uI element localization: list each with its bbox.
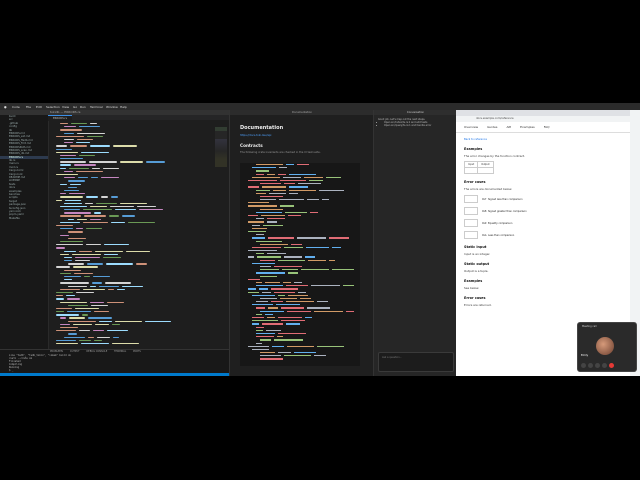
contracts-text: The following crate invariants are check… (240, 151, 321, 154)
code-line (48, 342, 229, 345)
menu-selection[interactable]: Selection (46, 105, 60, 109)
section-text: Errors are returned. (464, 303, 492, 307)
menu-edit[interactable]: Edit (36, 105, 42, 109)
docs-title: Documentation (240, 125, 284, 131)
menu-bar: ● Code File Edit Selection View Go Run T… (0, 103, 640, 110)
assistant-input[interactable]: Ask a question... (378, 352, 454, 372)
video-call-window[interactable]: Meeting call Emily (577, 322, 637, 372)
section-text: The error changes by the function contra… (464, 154, 526, 158)
docs-link[interactable]: https://docs.toki.dev/api (240, 134, 374, 137)
terminal-panel[interactable]: PROBLEMS OUTPUT DEBUG CONSOLE TERMINAL P… (0, 349, 229, 376)
camera-icon[interactable] (588, 363, 593, 368)
file-explorer: build src .github config lib ERRORS.md ERRORS_… (0, 115, 49, 349)
section-text: Input is an integer. (464, 252, 491, 256)
menu-file[interactable]: File (26, 105, 31, 109)
nav-overview[interactable]: Overview (464, 125, 478, 129)
nav-guides[interactable]: Guides (487, 125, 497, 129)
nav-api[interactable]: API (506, 125, 511, 129)
tab-output[interactable]: OUTPUT (70, 350, 80, 353)
assistant-bullet: Open src/query/ts.rs:1 and handle error (384, 124, 453, 127)
section-text: See below. (464, 286, 480, 290)
assistant-panel: Conversation Good job. Let's map out the… (373, 110, 457, 376)
code-editor-window: tokidb — ERRORS.rs build src .github config… (0, 110, 229, 376)
terminal-line: $ _ (9, 369, 14, 372)
section-text: Output is a tuple. (464, 269, 489, 273)
participant-name: Emily (581, 354, 589, 357)
site-nav: Overview Guides API Examples FAQ (456, 122, 630, 133)
example-table: Input Output (463, 161, 494, 174)
status-bar (0, 373, 229, 376)
menu-terminal[interactable]: Terminal (90, 105, 103, 109)
minimap[interactable] (215, 127, 227, 167)
section-heading: Examples (464, 279, 483, 283)
nav-faq[interactable]: FAQ (544, 125, 550, 129)
menu-view[interactable]: View (62, 105, 69, 109)
menu-go[interactable]: Go (73, 105, 77, 109)
list-item[interactable]: 0x9 Equality comparison (464, 219, 622, 227)
section-text: The errors are documented below. (464, 187, 513, 191)
list-item[interactable]: 0x7 Signed less than comparison (464, 195, 622, 203)
section-heading: Examples (464, 147, 483, 151)
editor-tab-active[interactable]: ERRORS.rs (48, 115, 72, 121)
menu-help[interactable]: Help (120, 105, 127, 109)
assistant-message: Good job. Let's map out the next steps. … (378, 118, 453, 128)
call-controls (581, 363, 614, 368)
docs-code-block (240, 163, 360, 366)
apple-icon[interactable]: ● (4, 105, 7, 109)
menu-app[interactable]: Code (12, 105, 20, 109)
assistant-input-placeholder: Ask a question... (382, 356, 402, 359)
section-heading: Static input (464, 245, 487, 249)
tab-problems[interactable]: PROBLEMS (50, 350, 63, 353)
browser-content: Back to reference Examples The error cha… (456, 133, 630, 313)
participant-avatar (596, 337, 614, 355)
tab-terminal[interactable]: TERMINAL (114, 350, 126, 353)
editor-tabs: ERRORS.rs (48, 115, 229, 121)
react-icon[interactable] (602, 363, 607, 368)
contracts-heading: Contracts (240, 143, 263, 148)
list-item[interactable]: 0x8 Signed greater than comparison (464, 207, 622, 215)
call-title: Meeting call (582, 325, 597, 328)
end-call-icon[interactable] (609, 363, 614, 368)
back-link[interactable]: Back to reference (464, 138, 622, 141)
menu-run[interactable]: Run (80, 105, 86, 109)
section-heading: Error cases (464, 296, 486, 300)
explorer-item[interactable]: Makefile (0, 217, 48, 220)
docs-header: Documentation (230, 110, 374, 115)
code-line (240, 357, 360, 360)
documentation-pane: Documentation Documentation https://docs… (229, 110, 374, 376)
share-icon[interactable] (595, 363, 600, 368)
menu-window[interactable]: Window (106, 105, 118, 109)
section-heading: Error cases (464, 180, 486, 184)
assistant-header: Conversation (374, 110, 457, 115)
desktop-screen: ● Code File Edit Selection View Go Run T… (0, 103, 640, 376)
tab-ports[interactable]: PORTS (133, 350, 141, 353)
mic-icon[interactable] (581, 363, 586, 368)
code-pane[interactable]: ERRORS.rs (48, 115, 229, 349)
nav-examples[interactable]: Examples (520, 125, 535, 129)
code-lines[interactable] (48, 122, 229, 345)
list-item[interactable]: 0xA Less than comparison (464, 231, 622, 239)
section-heading: Static output (464, 262, 490, 266)
tab-debug-console[interactable]: DEBUG CONSOLE (86, 350, 107, 353)
